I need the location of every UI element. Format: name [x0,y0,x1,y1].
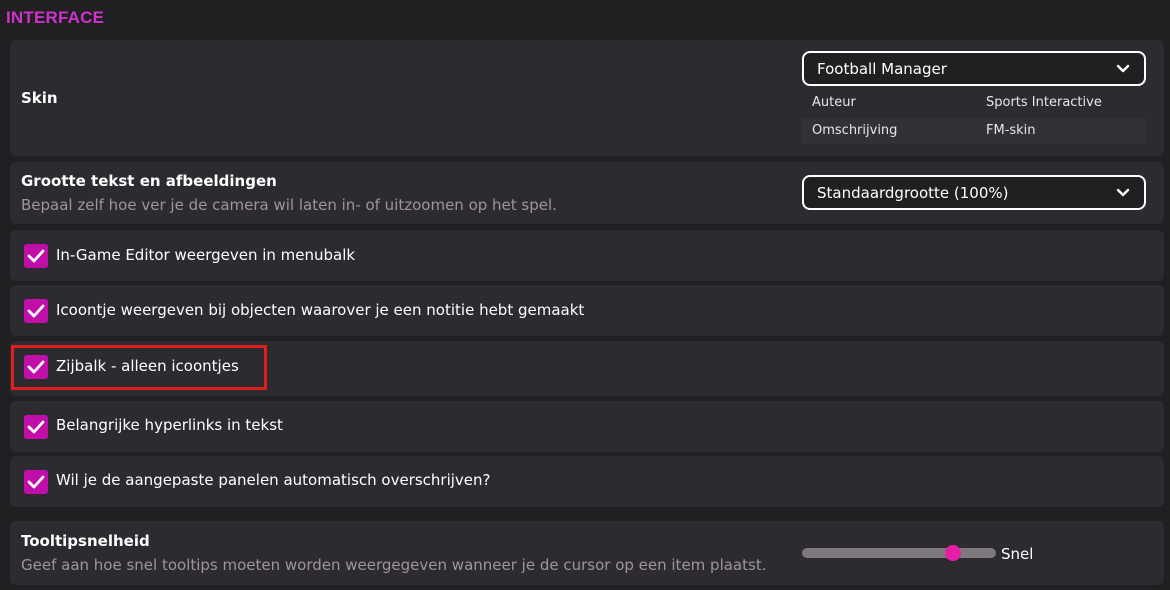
skin-dropdown-value: Football Manager [817,60,947,78]
section-title: INTERFACE [6,8,105,27]
checkbox-hyperlinks[interactable] [24,415,48,439]
skin-description-value: FM-skin [986,123,1036,138]
skin-label: Skin [21,89,58,107]
skin-author-label: Auteur [812,95,856,110]
skin-description-label: Omschrijving [812,123,898,138]
chevron-down-icon [1116,188,1130,197]
text-size-description: Bepaal zelf hoe ver je de camera wil lat… [21,196,557,214]
checkbox-label: In-Game Editor weergeven in menubalk [56,246,356,264]
checkbox-row[interactable]: Wil je de aangepaste panelen automatisch… [10,456,1164,507]
checkbox-overwrite-panels[interactable] [24,470,48,494]
checkmark-icon [27,304,45,318]
checkmark-icon [27,475,45,489]
checkbox-row[interactable]: In-Game Editor weergeven in menubalk [10,230,1164,281]
checkmark-icon [27,249,45,263]
checkbox-in-game-editor[interactable] [24,244,48,268]
skin-author-value: Sports Interactive [986,95,1102,110]
skin-dropdown[interactable]: Football Manager [802,51,1146,86]
tooltip-speed-description: Geef aan hoe snel tooltips moeten worden… [21,556,767,574]
text-size-dropdown-value: Standaardgrootte (100%) [817,184,1009,202]
checkbox-label: Belangrijke hyperlinks in tekst [56,416,283,434]
checkbox-row[interactable]: Belangrijke hyperlinks in tekst [10,401,1164,452]
tooltip-speed-slider[interactable] [802,548,996,558]
highlight-box [11,345,267,390]
checkbox-label: Wil je de aangepaste panelen automatisch… [56,471,491,489]
checkbox-note-icon[interactable] [24,299,48,323]
checkmark-icon [27,420,45,434]
chevron-down-icon [1116,64,1130,73]
tooltip-speed-label: Tooltipsnelheid [21,532,150,550]
checkbox-row[interactable]: Icoontje weergeven bij objecten waarover… [10,285,1164,336]
text-size-dropdown[interactable]: Standaardgrootte (100%) [802,175,1146,210]
checkbox-label: Icoontje weergeven bij objecten waarover… [56,301,585,319]
text-size-label: Grootte tekst en afbeeldingen [21,172,277,190]
slider-value-label: Snel [1001,545,1034,563]
